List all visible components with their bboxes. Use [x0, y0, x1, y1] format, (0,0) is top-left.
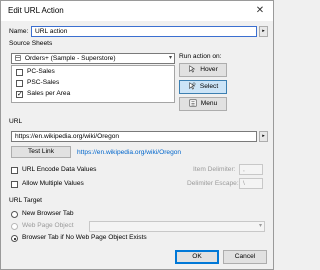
- allow-multiple-values-label: Allow Multiple Values: [22, 180, 84, 187]
- datasource-select[interactable]: Orders+ (Sample - Superstore) ▾: [11, 53, 175, 64]
- cancel-button[interactable]: Cancel: [223, 250, 267, 264]
- url-target-title: URL Target: [9, 197, 45, 204]
- datasource-value: Orders+ (Sample - Superstore): [24, 55, 116, 62]
- hover-label: Hover: [200, 66, 218, 73]
- edit-url-action-dialog: Edit URL Action ✕ Name: URL action ▸ Sou…: [0, 0, 274, 270]
- sheet-label-sales-per-area: Sales per Area: [27, 90, 71, 97]
- source-sheets-title: Source Sheets: [9, 40, 56, 47]
- delimiter-escape-label: Delimiter Escape:: [187, 180, 239, 187]
- url-insert-button[interactable]: ▸: [259, 131, 268, 142]
- datasource-icon: [15, 55, 21, 61]
- new-browser-tab-label: New Browser Tab: [22, 210, 74, 217]
- run-on-menu-button[interactable]: Menu: [179, 97, 227, 111]
- menu-label: Menu: [200, 100, 218, 107]
- name-insert-button[interactable]: ▸: [259, 26, 268, 37]
- name-input[interactable]: URL action: [31, 26, 257, 37]
- chevron-down-icon: ▾: [258, 223, 262, 229]
- menu-icon: [189, 99, 197, 107]
- run-on-select-button[interactable]: Select: [179, 80, 227, 94]
- url-input[interactable]: https://en.wikipedia.org/wiki/Oregon: [11, 131, 257, 142]
- sheet-checkbox-pc-sales[interactable]: [16, 69, 23, 76]
- url-title: URL: [9, 118, 26, 125]
- chevron-down-icon: ▾: [168, 55, 172, 61]
- item-delimiter-input[interactable]: ,: [239, 164, 263, 175]
- allow-multiple-values-checkbox[interactable]: [11, 181, 18, 188]
- test-link-button[interactable]: Test Link: [11, 146, 71, 158]
- web-page-object-select[interactable]: ▾: [89, 221, 265, 232]
- delimiter-escape-input[interactable]: \: [239, 178, 263, 189]
- run-on-hover-button[interactable]: Hover: [179, 63, 227, 77]
- close-icon[interactable]: ✕: [253, 4, 267, 18]
- title-bar: Edit URL Action ✕: [1, 1, 273, 21]
- run-action-title: Run action on:: [179, 53, 222, 60]
- ok-button[interactable]: OK: [175, 250, 219, 264]
- dialog-title: Edit URL Action: [8, 6, 64, 15]
- url-encode-checkbox[interactable]: [11, 167, 18, 174]
- sheets-list: PC-Sales PSC-Sales ✓ Sales per Area: [11, 65, 175, 103]
- browser-tab-fallback-radio[interactable]: [11, 235, 18, 242]
- item-delimiter-label: Item Delimiter:: [193, 166, 236, 173]
- url-encode-label: URL Encode Data Values: [22, 166, 97, 173]
- browser-tab-fallback-label: Browser Tab if No Web Page Object Exists: [22, 234, 147, 241]
- sheet-checkbox-psc-sales[interactable]: [16, 80, 23, 87]
- sheet-label-pc-sales: PC-Sales: [27, 68, 55, 75]
- web-page-object-label: Web Page Object: [22, 222, 74, 229]
- hover-pointer-icon: [189, 65, 196, 73]
- url-preview-link[interactable]: https://en.wikipedia.org/wiki/Oregon: [77, 149, 181, 156]
- new-browser-tab-radio[interactable]: [11, 211, 18, 218]
- web-page-object-radio[interactable]: [11, 223, 18, 230]
- name-label: Name:: [9, 28, 29, 35]
- sheet-label-psc-sales: PSC-Sales: [27, 79, 60, 86]
- select-label: Select: [199, 83, 219, 90]
- sheet-checkbox-sales-per-area[interactable]: ✓: [16, 91, 23, 98]
- select-pointer-icon: [189, 82, 196, 90]
